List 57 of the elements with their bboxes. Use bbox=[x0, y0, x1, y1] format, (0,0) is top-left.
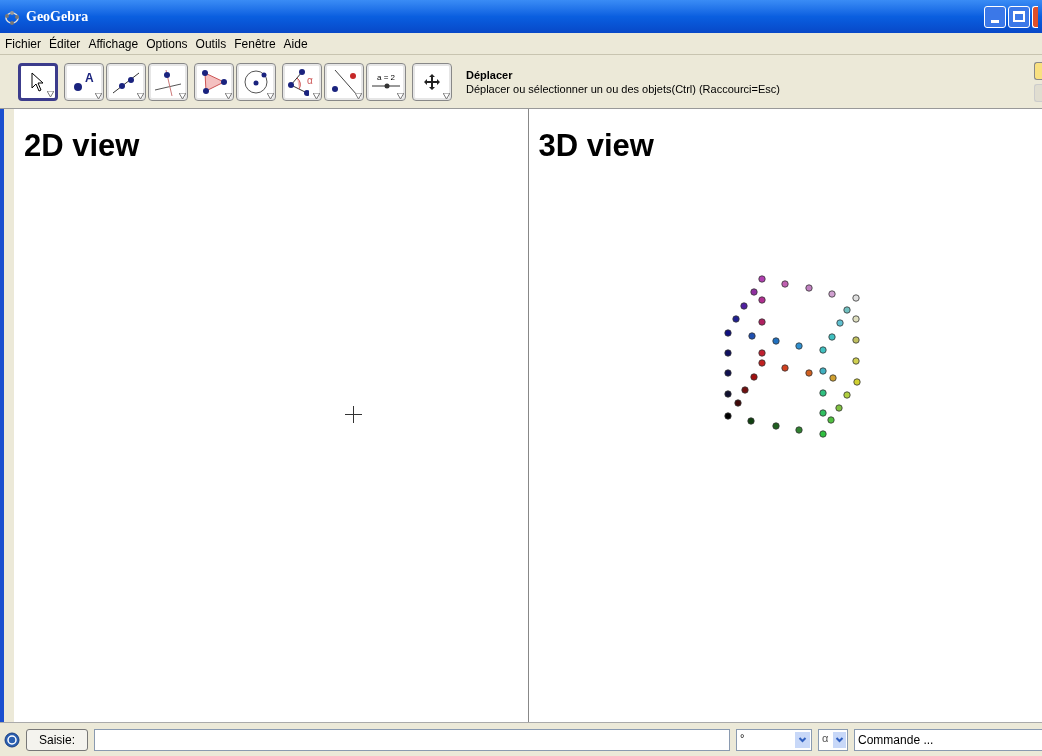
tool-button[interactable]: A bbox=[64, 62, 104, 101]
app-logo-icon bbox=[4, 8, 20, 25]
undo-button[interactable] bbox=[1034, 61, 1042, 80]
tool-button[interactable] bbox=[236, 62, 276, 101]
perpendicular-line-icon bbox=[153, 67, 183, 96]
graphics-view[interactable]: 3D view bbox=[528, 109, 1042, 722]
move-arrows-icon bbox=[423, 72, 441, 91]
menu-item[interactable]: Outils bbox=[195, 34, 227, 53]
menu-item[interactable]: Options bbox=[146, 34, 188, 53]
crosshair-icon bbox=[345, 406, 362, 423]
reflect-point-icon bbox=[329, 67, 359, 96]
dropdown-triangle-icon bbox=[47, 90, 54, 97]
minimize-button[interactable] bbox=[984, 5, 1006, 28]
chevron-icon bbox=[795, 731, 811, 748]
input-field[interactable] bbox=[94, 728, 731, 751]
cursor-icon bbox=[31, 71, 45, 92]
dropdown-triangle-icon bbox=[95, 92, 102, 99]
dropdown-triangle-icon bbox=[355, 92, 362, 99]
command-dropdown[interactable]: Commande ... bbox=[854, 728, 1042, 751]
view-title: 3D view bbox=[538, 127, 654, 165]
tool-button[interactable] bbox=[194, 62, 234, 101]
window-title: GeoGebra bbox=[26, 8, 89, 26]
greek-dropdown[interactable]: α bbox=[818, 728, 849, 751]
menu-item[interactable]: Aide bbox=[283, 34, 308, 53]
tool-button[interactable] bbox=[106, 62, 146, 101]
dropdown-triangle-icon bbox=[137, 92, 144, 99]
angle-icon bbox=[287, 67, 309, 96]
tool-button[interactable] bbox=[412, 62, 452, 101]
chevron-icon bbox=[833, 731, 847, 748]
symbol-dropdown[interactable]: ° bbox=[736, 728, 813, 751]
menu-item[interactable]: Fenêtre bbox=[234, 34, 276, 53]
menu-item[interactable]: Éditer bbox=[49, 34, 81, 53]
help-icon[interactable] bbox=[4, 731, 20, 748]
menu-item[interactable]: Affichage bbox=[88, 34, 139, 53]
menu-item[interactable]: Fichier bbox=[5, 34, 41, 53]
dropdown-triangle-icon bbox=[397, 92, 404, 99]
tool-name: Déplacer bbox=[466, 67, 514, 82]
dropdown-triangle-icon bbox=[267, 92, 274, 99]
point-icon bbox=[73, 81, 83, 92]
dropdown-triangle-icon bbox=[443, 92, 450, 99]
input-label-button[interactable]: Saisie: bbox=[26, 728, 89, 751]
triangle-icon bbox=[200, 68, 228, 95]
point-label: A bbox=[85, 69, 94, 87]
slider-icon bbox=[371, 81, 401, 90]
angle-label: α bbox=[307, 75, 313, 86]
circle-icon bbox=[242, 67, 270, 96]
tool-button[interactable]: a = 2 bbox=[366, 62, 406, 101]
view-title: 2D view bbox=[24, 127, 140, 165]
dropdown-triangle-icon bbox=[225, 92, 232, 99]
dropdown-triangle-icon bbox=[179, 92, 186, 99]
tool-description: Déplacer ou sélectionner un ou des objets(Ctrl) (Raccourci=Esc) bbox=[466, 81, 780, 96]
tool-button[interactable] bbox=[18, 62, 58, 101]
maximize-button[interactable] bbox=[1008, 5, 1030, 28]
tool-button[interactable]: α bbox=[282, 62, 322, 101]
slider-label: a = 2 bbox=[377, 73, 395, 82]
close-button[interactable] bbox=[1032, 5, 1038, 28]
dropdown-triangle-icon bbox=[313, 92, 320, 99]
